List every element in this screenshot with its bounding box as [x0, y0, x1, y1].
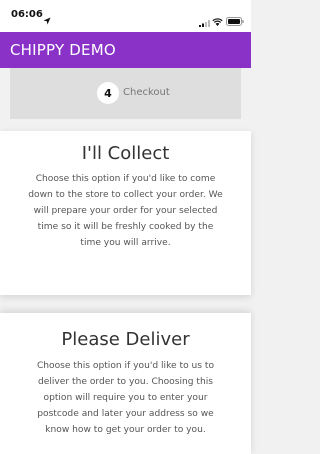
- wifi-icon: [212, 11, 223, 30]
- deliver-option-description: Choose this option if you'd like to us t…: [36, 361, 215, 435]
- app-title: CHIPPY DEMO: [10, 41, 116, 59]
- collect-option-description: Choose this option if you'd like to come…: [28, 174, 223, 248]
- battery-icon: [226, 11, 244, 30]
- location-arrow-icon: [43, 10, 51, 29]
- collect-option-card[interactable]: I'll Collect Choose this option if you'd…: [0, 131, 251, 295]
- step-number: 4: [97, 82, 119, 104]
- deliver-option-card[interactable]: Please Deliver Choose this option if you…: [0, 313, 251, 454]
- signal-icon: [199, 12, 210, 31]
- status-time: 06:06: [11, 9, 43, 20]
- app-header: CHIPPY DEMO: [0, 32, 251, 68]
- collect-option-title: I'll Collect: [81, 143, 170, 164]
- deliver-option-title: Please Deliver: [61, 329, 190, 350]
- status-bar: 06:06: [0, 0, 251, 32]
- checkout-step-indicator: 4 Checkout: [10, 68, 241, 119]
- step-label: Checkout: [123, 87, 170, 98]
